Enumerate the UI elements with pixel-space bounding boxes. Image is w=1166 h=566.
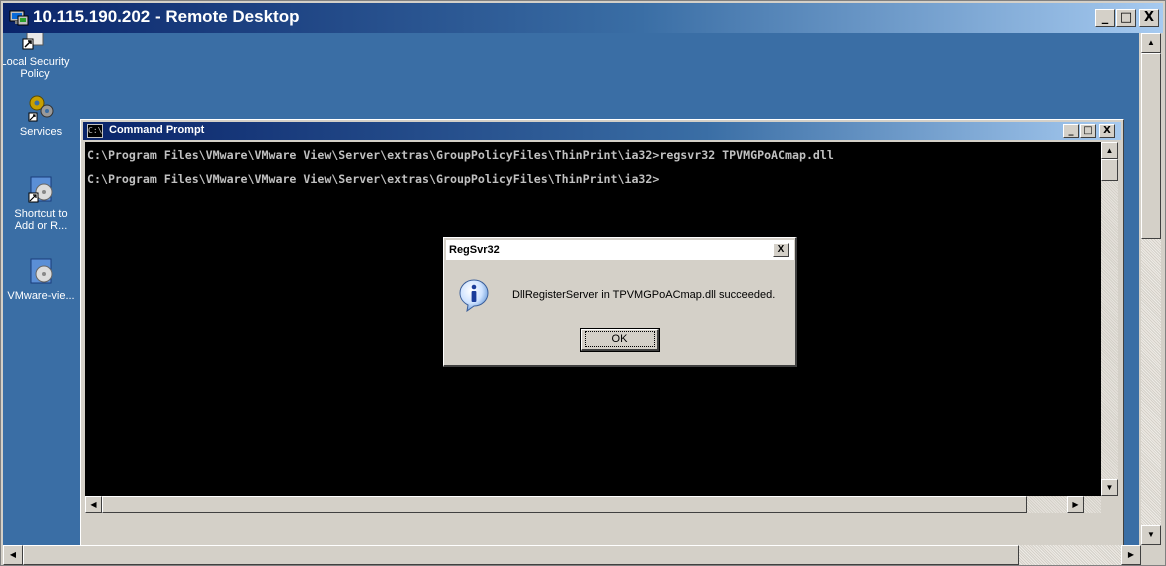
- remote-desktop-window: 10.115.190.202 - Remote Desktop _ □ X Lo…: [0, 0, 1166, 566]
- rdp-horizontal-scrollbar[interactable]: ◀ ▶: [3, 545, 1141, 565]
- information-icon: [459, 279, 489, 312]
- local-security-policy-icon: [22, 33, 44, 50]
- scroll-thumb[interactable]: [1141, 53, 1161, 239]
- scroll-down-arrow-icon[interactable]: ▼: [1101, 479, 1118, 496]
- scroll-up-arrow-icon[interactable]: ▲: [1101, 142, 1118, 159]
- dialog-message: DllRegisterServer in TPVMGPoACmap.dll su…: [512, 289, 776, 301]
- minimize-button[interactable]: _: [1095, 9, 1115, 27]
- vmware-installer-icon: [30, 258, 53, 284]
- scroll-right-arrow-icon[interactable]: ▶: [1067, 496, 1084, 513]
- ok-button-label: OK: [584, 331, 655, 347]
- remote-desktop-icon: [9, 10, 29, 26]
- desktop-icon-label: Services: [19, 126, 63, 138]
- scroll-down-arrow-icon[interactable]: ▼: [1141, 525, 1161, 545]
- close-button[interactable]: X: [1139, 9, 1159, 27]
- cmd-minimize-button[interactable]: _: [1063, 124, 1079, 138]
- desktop-icon-vmware[interactable]: VMware-vie...: [3, 255, 79, 302]
- regsvr32-dialog: RegSvr32 X DllRegisterServer in TPVMGPoA…: [443, 237, 797, 367]
- cmd-title: Command Prompt: [109, 124, 205, 136]
- cmd-horizontal-scrollbar[interactable]: ◀ ▶: [85, 496, 1101, 513]
- ok-button[interactable]: OK: [580, 328, 660, 352]
- desktop-icon-local-security-policy[interactable]: Local Security Policy: [3, 33, 77, 80]
- window-title: 10.115.190.202 - Remote Desktop: [33, 7, 300, 26]
- dialog-titlebar[interactable]: RegSvr32 X: [446, 240, 794, 260]
- desktop-icon-label: VMware-vie...: [7, 290, 75, 302]
- add-remove-programs-icon: [28, 176, 53, 203]
- command-prompt-icon: C:\: [87, 124, 103, 138]
- dialog-title: RegSvr32: [449, 244, 500, 256]
- desktop-icon-add-remove-programs[interactable]: Shortcut to Add or R...: [3, 173, 79, 232]
- scroll-thumb[interactable]: [1101, 159, 1118, 181]
- console-line: C:\Program Files\VMware\VMware View\Serv…: [87, 148, 834, 162]
- size-grip[interactable]: [1101, 496, 1118, 513]
- size-grip[interactable]: [1141, 545, 1163, 565]
- rdp-vertical-scrollbar[interactable]: ▲ ▼: [1141, 33, 1161, 545]
- scroll-thumb[interactable]: [102, 496, 1027, 513]
- scroll-thumb[interactable]: [23, 545, 1019, 565]
- window-titlebar[interactable]: 10.115.190.202 - Remote Desktop _ □ X: [3, 3, 1163, 33]
- cmd-vertical-scrollbar[interactable]: ▲ ▼: [1101, 142, 1118, 496]
- restore-button[interactable]: □: [1116, 9, 1136, 27]
- scroll-left-arrow-icon[interactable]: ◀: [85, 496, 102, 513]
- cmd-titlebar[interactable]: C:\ Command Prompt _ □ X: [83, 122, 1121, 140]
- scroll-up-arrow-icon[interactable]: ▲: [1141, 33, 1161, 53]
- scroll-left-arrow-icon[interactable]: ◀: [3, 545, 23, 565]
- scroll-right-arrow-icon[interactable]: ▶: [1121, 545, 1141, 565]
- desktop-icon-label: Shortcut to Add or R...: [14, 208, 68, 232]
- desktop-icon-label: Local Security Policy: [3, 56, 70, 80]
- dialog-close-button[interactable]: X: [773, 243, 789, 257]
- desktop-icon-services[interactable]: Services: [3, 91, 79, 138]
- console-line: C:\Program Files\VMware\VMware View\Serv…: [87, 172, 660, 186]
- services-icon: [28, 95, 54, 122]
- cmd-restore-button[interactable]: □: [1080, 124, 1096, 138]
- cmd-close-button[interactable]: X: [1099, 124, 1115, 138]
